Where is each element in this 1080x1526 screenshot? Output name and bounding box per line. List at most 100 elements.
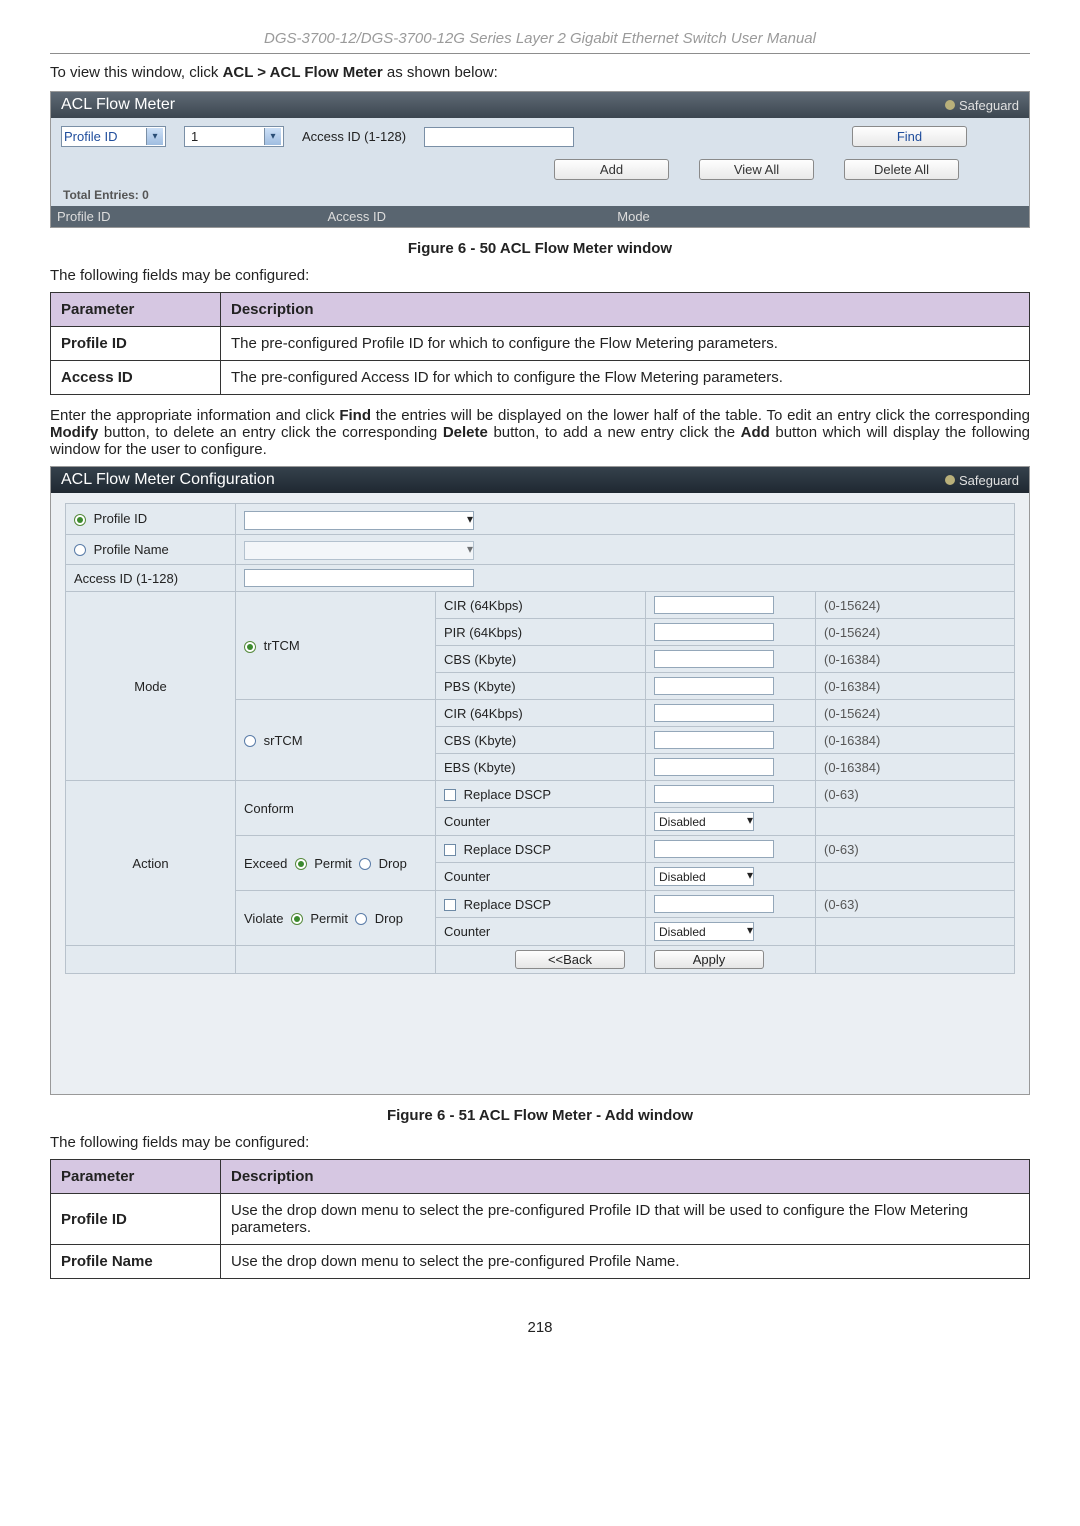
table-row: Profile Name Use the drop down menu to s…: [51, 1245, 1030, 1279]
fields-intro-1: The following fields may be configured:: [50, 267, 1030, 284]
radio-off-icon: [244, 735, 256, 747]
parameters-table-1: Parameter Description Profile ID The pre…: [50, 292, 1030, 395]
conform-dscp-input[interactable]: [654, 785, 774, 803]
radio-on-icon[interactable]: [291, 913, 303, 925]
instructions-paragraph: Enter the appropriate information and cl…: [50, 407, 1030, 458]
param-name: Access ID: [51, 361, 221, 395]
access-id-input[interactable]: [244, 569, 474, 587]
param-name: Profile ID: [51, 1194, 221, 1245]
param-desc: The pre-configured Profile ID for which …: [221, 327, 1030, 361]
view-all-button[interactable]: View All: [699, 159, 814, 180]
safeguard-icon: [945, 475, 955, 485]
violate-replace-dscp[interactable]: Replace DSCP: [436, 891, 646, 918]
desc-header: Description: [221, 293, 1030, 327]
add-button[interactable]: Add: [554, 159, 669, 180]
back-button[interactable]: <<Back: [515, 950, 625, 969]
chevron-down-icon: ▾: [467, 512, 473, 529]
radio-off-icon[interactable]: [355, 913, 367, 925]
checkbox-icon: [444, 844, 456, 856]
cfg-table: Profile ID ▾ Profile Name ▾: [65, 503, 1015, 974]
trtcm-radio[interactable]: trTCM: [236, 592, 436, 700]
header-rule: [50, 53, 1030, 54]
pbs-range: (0-16384): [816, 673, 1015, 700]
param-header: Parameter: [51, 1160, 221, 1194]
access-id-input[interactable]: [424, 127, 574, 147]
ebs-input[interactable]: [654, 758, 774, 776]
safeguard-text: Safeguard: [959, 473, 1019, 488]
param-desc: Use the drop down menu to select the pre…: [221, 1194, 1030, 1245]
violate-row: Violate Permit Drop: [236, 891, 436, 946]
cbs-label: CBS (Kbyte): [436, 646, 646, 673]
cbs-input[interactable]: [654, 650, 774, 668]
pir-input[interactable]: [654, 623, 774, 641]
panel-title-text: ACL Flow Meter: [61, 96, 175, 114]
profile-id-value: 1: [191, 129, 198, 144]
trtcm-label: trTCM: [264, 638, 300, 653]
conform-label: Conform: [236, 781, 436, 836]
pir-label: PIR (64Kbps): [436, 619, 646, 646]
radio-on-icon[interactable]: [295, 858, 307, 870]
checkbox-icon: [444, 899, 456, 911]
intro-prefix: To view this window, click: [50, 64, 223, 81]
figure-caption-1: Figure 6 - 50 ACL Flow Meter window: [50, 240, 1030, 257]
srtcm-radio[interactable]: srTCM: [236, 700, 436, 781]
conform-replace-dscp[interactable]: Replace DSCP: [436, 781, 646, 808]
manual-header: DGS-3700-12/DGS-3700-12G Series Layer 2 …: [50, 30, 1030, 47]
profile-id-select[interactable]: Profile ID ▾: [61, 126, 166, 147]
profile-name-dropdown[interactable]: ▾: [244, 541, 474, 560]
cir-input[interactable]: [654, 596, 774, 614]
exceed-dscp-input[interactable]: [654, 840, 774, 858]
profile-name-row[interactable]: Profile Name: [66, 534, 236, 565]
cir-range: (0-15624): [816, 592, 1015, 619]
safeguard-badge: Safeguard: [945, 473, 1019, 488]
find-button[interactable]: Find: [852, 126, 967, 147]
profile-id-dropdown[interactable]: ▾: [244, 511, 474, 530]
figure-caption-2: Figure 6 - 51 ACL Flow Meter - Add windo…: [50, 1107, 1030, 1124]
srtcm-cir-input[interactable]: [654, 704, 774, 722]
grid-col-profile-id: Profile ID: [57, 209, 327, 224]
pir-range: (0-15624): [816, 619, 1015, 646]
filter-row: Profile ID ▾ 1 ▾ Access ID (1-128) Find: [61, 126, 1019, 147]
radio-on-icon: [244, 641, 256, 653]
violate-counter-select[interactable]: Disabled ▾: [654, 922, 754, 941]
radio-on-icon: [74, 514, 86, 526]
chevron-down-icon: ▾: [747, 868, 753, 885]
profile-id-value-select[interactable]: 1 ▾: [184, 126, 284, 147]
chevron-down-icon: ▾: [264, 128, 281, 145]
table-row: Access ID The pre-configured Access ID f…: [51, 361, 1030, 395]
exceed-counter-select[interactable]: Disabled ▾: [654, 867, 754, 886]
access-id-label: Access ID (1-128): [302, 129, 406, 144]
violate-dscp-range: (0-63): [816, 891, 1015, 918]
srtcm-cbs-label: CBS (Kbyte): [436, 727, 646, 754]
cfg-title-bar: ACL Flow Meter Configuration Safeguard: [51, 467, 1029, 493]
panel-title-bar: ACL Flow Meter Safeguard: [51, 92, 1029, 118]
violate-dscp-input[interactable]: [654, 895, 774, 913]
pbs-input[interactable]: [654, 677, 774, 695]
intro-path: ACL > ACL Flow Meter: [223, 64, 383, 81]
exceed-row: Exceed Permit Drop: [236, 836, 436, 891]
profile-id-label: Profile ID: [94, 511, 147, 526]
total-entries-label: Total Entries: 0: [63, 188, 1019, 202]
cfg-body: Profile ID ▾ Profile Name ▾: [51, 493, 1029, 1094]
intro-line: To view this window, click ACL > ACL Flo…: [50, 64, 1030, 81]
checkbox-icon: [444, 789, 456, 801]
profile-id-select-label: Profile ID: [64, 129, 117, 144]
profile-id-select-cell: ▾: [236, 504, 1015, 535]
profile-id-row[interactable]: Profile ID: [66, 504, 236, 535]
safeguard-text: Safeguard: [959, 98, 1019, 113]
exceed-replace-dscp[interactable]: Replace DSCP: [436, 836, 646, 863]
radio-off-icon[interactable]: [359, 858, 371, 870]
srtcm-cir-label: CIR (64Kbps): [436, 700, 646, 727]
conform-counter-label: Counter: [436, 808, 646, 836]
conform-counter-select[interactable]: Disabled ▾: [654, 812, 754, 831]
conform-dscp-range: (0-63): [816, 781, 1015, 808]
param-header: Parameter: [51, 293, 221, 327]
cbs-range: (0-16384): [816, 646, 1015, 673]
delete-all-button[interactable]: Delete All: [844, 159, 959, 180]
table-row: Profile ID The pre-configured Profile ID…: [51, 327, 1030, 361]
srtcm-cbs-input[interactable]: [654, 731, 774, 749]
chevron-down-icon: ▾: [467, 542, 473, 559]
apply-button[interactable]: Apply: [654, 950, 764, 969]
acl-flow-meter-config-panel: ACL Flow Meter Configuration Safeguard P…: [50, 466, 1030, 1095]
safeguard-icon: [945, 100, 955, 110]
